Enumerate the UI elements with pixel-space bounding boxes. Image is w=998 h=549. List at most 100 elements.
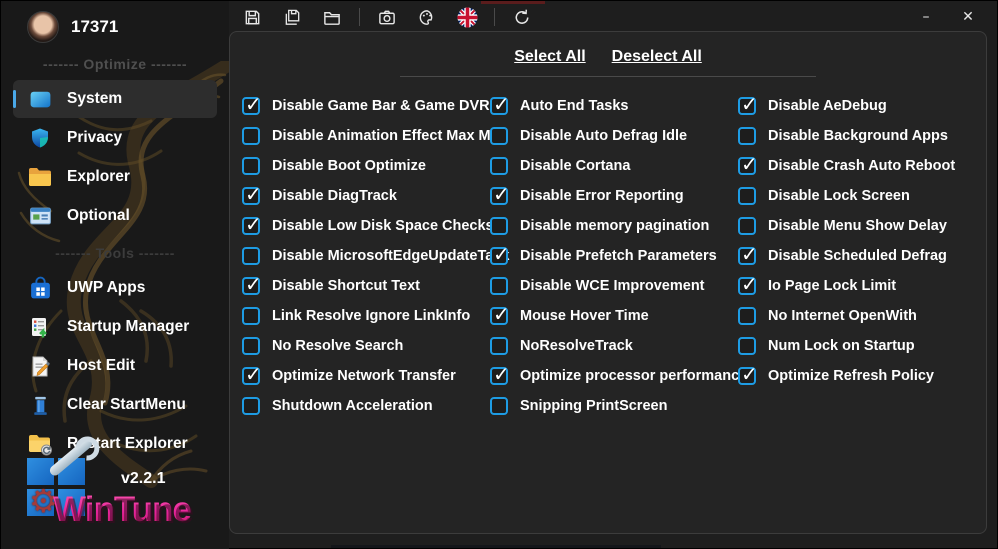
checkbox[interactable] [738, 217, 756, 235]
option-label: Disable AeDebug [768, 98, 887, 114]
checkbox[interactable] [490, 337, 508, 355]
option-row: Disable Crash Auto Reboot [738, 151, 986, 181]
option-label: Optimize Refresh Policy [768, 368, 934, 384]
checkbox[interactable] [738, 92, 758, 116]
sidebar-item-clear-startmenu[interactable]: Clear StartMenu [13, 386, 217, 424]
checkbox[interactable] [490, 217, 508, 235]
selected-indicator [13, 90, 16, 108]
checkbox[interactable] [242, 362, 262, 386]
checkbox[interactable] [242, 182, 262, 206]
option-label: Disable Prefetch Parameters [520, 248, 717, 264]
option-row: Disable MicrosoftEdgeUpdateTask [242, 241, 509, 271]
checkbox[interactable] [242, 397, 260, 415]
open-folder-icon [322, 8, 342, 27]
checkbox[interactable] [490, 362, 510, 386]
option-label: Link Resolve Ignore LinkInfo [272, 308, 471, 324]
checkbox[interactable] [738, 242, 758, 266]
option-row: Io Page Lock Limit [738, 271, 986, 301]
screenshot-button[interactable] [374, 4, 400, 30]
refresh-icon [512, 8, 532, 27]
checkbox[interactable] [738, 187, 756, 205]
option-label: Disable Crash Auto Reboot [768, 158, 956, 174]
option-row: Disable Lock Screen [738, 181, 986, 211]
checkbox[interactable] [490, 127, 508, 145]
version-label: v2.2.1 [121, 470, 166, 487]
checkbox[interactable] [490, 397, 508, 415]
sidebar-item-label: System [67, 90, 123, 107]
checkbox[interactable] [242, 212, 262, 236]
user-profile[interactable]: 17371 [1, 1, 229, 47]
theme-palette-icon [417, 8, 437, 27]
brand-area: ⚙ v2.2.1 WinTune [1, 436, 229, 542]
sidebar-item-privacy[interactable]: Privacy [13, 119, 217, 157]
option-row: Disable Shortcut Text [242, 271, 490, 301]
checkbox[interactable] [242, 92, 262, 116]
sidebar-item-host-edit[interactable]: Host Edit [13, 347, 217, 385]
checkbox[interactable] [242, 337, 260, 355]
checkbox[interactable] [738, 307, 756, 325]
restart-explorer-icon [27, 431, 53, 457]
option-label: Disable Background Apps [768, 128, 948, 144]
checkbox[interactable] [738, 362, 758, 386]
save-button[interactable] [239, 4, 265, 30]
checkbox[interactable] [738, 272, 758, 296]
checkbox[interactable] [490, 92, 510, 116]
checkbox[interactable] [490, 302, 510, 326]
option-label: Disable Scheduled Defrag [768, 248, 947, 264]
sidebar-item-optional[interactable]: Optional [13, 197, 217, 235]
minimize-button[interactable]: – [905, 2, 947, 32]
save-all-button[interactable] [279, 4, 305, 30]
user-avatar [27, 11, 59, 43]
option-row: Snipping PrintScreen [490, 391, 738, 421]
privacy-icon [27, 125, 53, 151]
option-row: No Resolve Search [242, 331, 490, 361]
checkbox[interactable] [242, 127, 260, 145]
checkbox[interactable] [490, 277, 508, 295]
close-button[interactable]: ✕ [947, 2, 989, 32]
option-label: Snipping PrintScreen [520, 398, 668, 414]
option-label: No Internet OpenWith [768, 308, 917, 324]
option-row: Num Lock on Startup [738, 331, 986, 361]
refresh-button[interactable] [509, 4, 535, 30]
option-label: Disable DiagTrack [272, 188, 397, 204]
option-label: Io Page Lock Limit [768, 278, 897, 294]
checkbox[interactable] [242, 157, 260, 175]
checkbox[interactable] [490, 242, 510, 266]
section-label: ------- Optimize ------- [42, 56, 188, 72]
checkbox[interactable] [490, 157, 508, 175]
option-row: Disable Low Disk Space Checks [242, 211, 494, 241]
option-label: Mouse Hover Time [520, 308, 649, 324]
checkbox[interactable] [242, 247, 260, 265]
toolbar-separator [494, 8, 495, 26]
sidebar-item-label: UWP Apps [67, 279, 146, 296]
sidebar-item-uwp-apps[interactable]: UWP Apps [13, 269, 217, 307]
toolbar-separator [359, 8, 360, 26]
select-all-button[interactable]: Select All [514, 48, 585, 66]
checkbox[interactable] [738, 152, 758, 176]
option-label: Disable Menu Show Delay [768, 218, 947, 234]
checkbox[interactable] [738, 127, 756, 145]
section-label: ------- Tools ------- [55, 245, 175, 261]
option-label: Auto End Tasks [520, 98, 629, 114]
save-all-icon [283, 8, 302, 27]
option-row: Disable Cortana [490, 151, 738, 181]
deselect-all-button[interactable]: Deselect All [612, 48, 702, 66]
sidebar-item-explorer[interactable]: Explorer [13, 158, 217, 196]
checkbox[interactable] [738, 337, 756, 355]
screenshot-icon [377, 8, 397, 27]
sidebar-item-startup-manager[interactable]: Startup Manager [13, 308, 217, 346]
option-row: NoResolveTrack [490, 331, 738, 361]
checkbox[interactable] [490, 182, 510, 206]
sidebar-item-label: Privacy [67, 129, 123, 146]
checkbox[interactable] [242, 272, 262, 296]
sidebar-item-system[interactable]: System [13, 80, 217, 118]
theme-palette-button[interactable] [414, 4, 440, 30]
option-row: Disable Background Apps [738, 121, 986, 151]
brand-name: WinTune [53, 490, 192, 529]
open-folder-button[interactable] [319, 4, 345, 30]
option-label: Optimize processor performance [520, 368, 748, 384]
option-label: Disable Boot Optimize [272, 158, 426, 174]
option-label: Disable memory pagination [520, 218, 710, 234]
checkbox[interactable] [242, 307, 260, 325]
language-flag-uk-button[interactable] [454, 4, 480, 30]
